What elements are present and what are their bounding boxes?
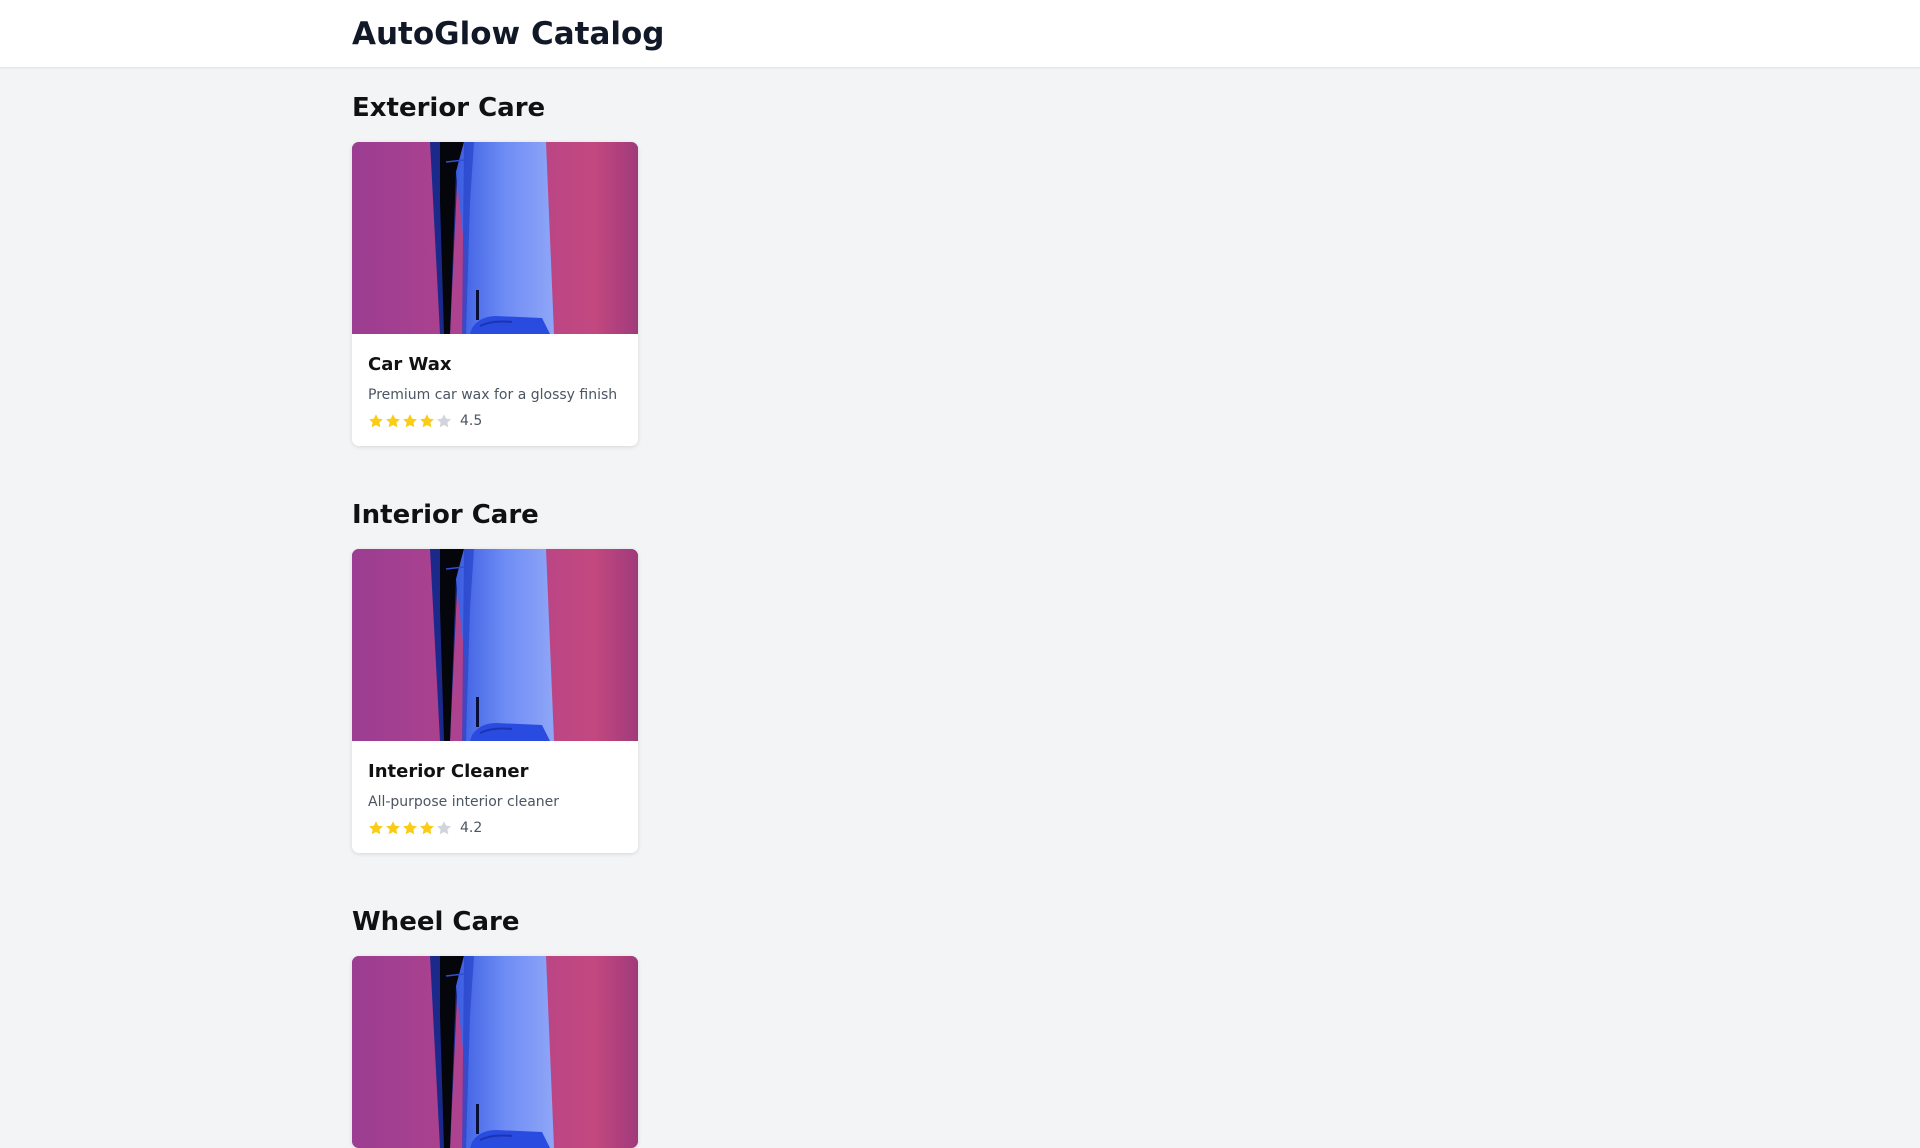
rating-value: 4.2 [460, 820, 483, 836]
product-photo [352, 142, 638, 334]
product-image [352, 956, 638, 1148]
star-filled-icon [369, 414, 383, 428]
star-filled-icon [420, 414, 434, 428]
top-bar: AutoGlow Catalog [0, 0, 1920, 68]
star-filled-icon [420, 821, 434, 835]
product-photo [352, 549, 638, 741]
product-image [352, 142, 638, 334]
star-filled-icon [369, 821, 383, 835]
star-empty-icon [437, 414, 451, 428]
product-card[interactable]: Interior Cleaner All-purpose interior cl… [352, 549, 638, 853]
star-rating [368, 413, 452, 429]
star-rating [368, 820, 452, 836]
product-card-body: Car Wax Premium car wax for a glossy fin… [352, 334, 638, 446]
category-title: Exterior Care [352, 93, 546, 123]
product-card-body: Interior Cleaner All-purpose interior cl… [352, 741, 638, 853]
category-section-interior-care: Interior Care Interior Cleaner All-purpo… [352, 497, 1568, 853]
category-title: Interior Care [352, 500, 539, 530]
catalog-content: Exterior Care Car Wax Premium car wax fo… [352, 68, 1568, 1148]
product-name: Car Wax [368, 354, 452, 375]
product-card[interactable] [352, 956, 638, 1148]
product-image [352, 549, 638, 741]
product-card[interactable]: Car Wax Premium car wax for a glossy fin… [352, 142, 638, 446]
star-filled-icon [386, 821, 400, 835]
product-description: All-purpose interior cleaner [368, 794, 560, 810]
star-filled-icon [403, 821, 417, 835]
rating-value: 4.5 [460, 413, 483, 429]
product-rating: 4.2 [368, 819, 622, 837]
product-description: Premium car wax for a glossy finish [368, 387, 618, 403]
category-section-exterior-care: Exterior Care Car Wax Premium car wax fo… [352, 90, 1568, 446]
star-filled-icon [386, 414, 400, 428]
product-name: Interior Cleaner [368, 761, 529, 782]
app-title: AutoGlow Catalog [352, 16, 665, 52]
category-section-wheel-care: Wheel Care [352, 904, 1568, 1148]
product-photo [352, 956, 638, 1148]
product-rating: 4.5 [368, 412, 622, 430]
star-filled-icon [403, 414, 417, 428]
star-empty-icon [437, 821, 451, 835]
category-title: Wheel Care [352, 907, 520, 937]
